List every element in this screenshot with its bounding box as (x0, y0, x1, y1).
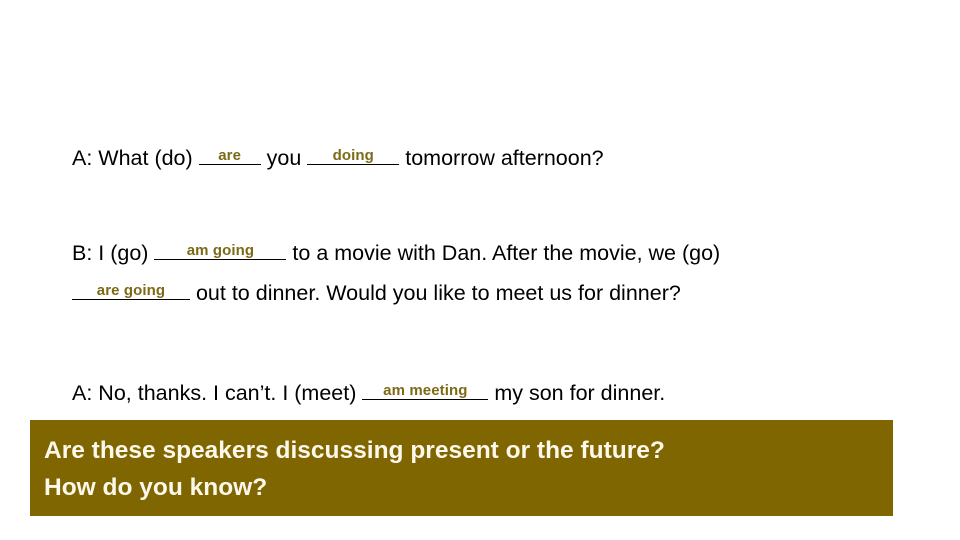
discussion-prompt-line-2: How do you know? (44, 474, 268, 501)
line-b1-prefix-text: B: I (go) (72, 241, 155, 265)
line-a1-suffix-text: tomorrow afternoon? (399, 146, 604, 170)
dialogue-line-b1-text: B: I (go) am going to a movie with Dan. … (72, 233, 902, 273)
line-a2-suffix-text: my son for dinner. (488, 381, 666, 405)
blank-are-answer: are (218, 147, 242, 164)
line-a1-prefix-text: A: What (do) (72, 146, 199, 170)
blank-doing-answer: doing (332, 147, 374, 164)
grammar-exercise-body: A: What (do) are you doing tomorrow afte… (72, 138, 902, 413)
blank-am-meeting[interactable]: am meeting (362, 378, 489, 400)
blank-am-going-answer: am going (186, 242, 255, 259)
discussion-prompt-line-1: Are these speakers discussing present or… (44, 437, 665, 464)
dialogue-line-a2-text: A: No, thanks. I can’t. I (meet) am meet… (72, 373, 902, 413)
blank-am-going[interactable]: am going (154, 238, 287, 260)
blank-are[interactable]: are (198, 143, 261, 165)
line-a1-middle-text: you (260, 146, 308, 170)
discussion-prompt-banner: Are these speakers discussing present or… (30, 420, 893, 516)
blank-are-going[interactable]: are going (72, 278, 190, 300)
line-a2-prefix-text: A: No, thanks. I can’t. I (meet) (72, 381, 363, 405)
dialogue-line-b: B: I (go) am going to a movie with Dan. … (72, 233, 902, 313)
line-b1-suffix-text: to a movie with Dan. After the movie, we… (286, 241, 721, 265)
dialogue-line-a2: A: No, thanks. I can’t. I (meet) am meet… (72, 373, 902, 413)
line-b2-suffix-text: out to dinner. Would you like to meet us… (190, 281, 681, 305)
blank-am-meeting-answer: am meeting (383, 382, 468, 399)
blank-doing[interactable]: doing (307, 143, 400, 165)
dialogue-line-b2-text: are going out to dinner. Would you like … (72, 273, 902, 313)
dialogue-line-a1-text: A: What (do) are you doing tomorrow afte… (72, 138, 902, 178)
blank-are-going-answer: are going (96, 282, 166, 299)
dialogue-line-a1: A: What (do) are you doing tomorrow afte… (72, 138, 902, 178)
slide-canvas: A: What (do) are you doing tomorrow afte… (0, 0, 960, 540)
